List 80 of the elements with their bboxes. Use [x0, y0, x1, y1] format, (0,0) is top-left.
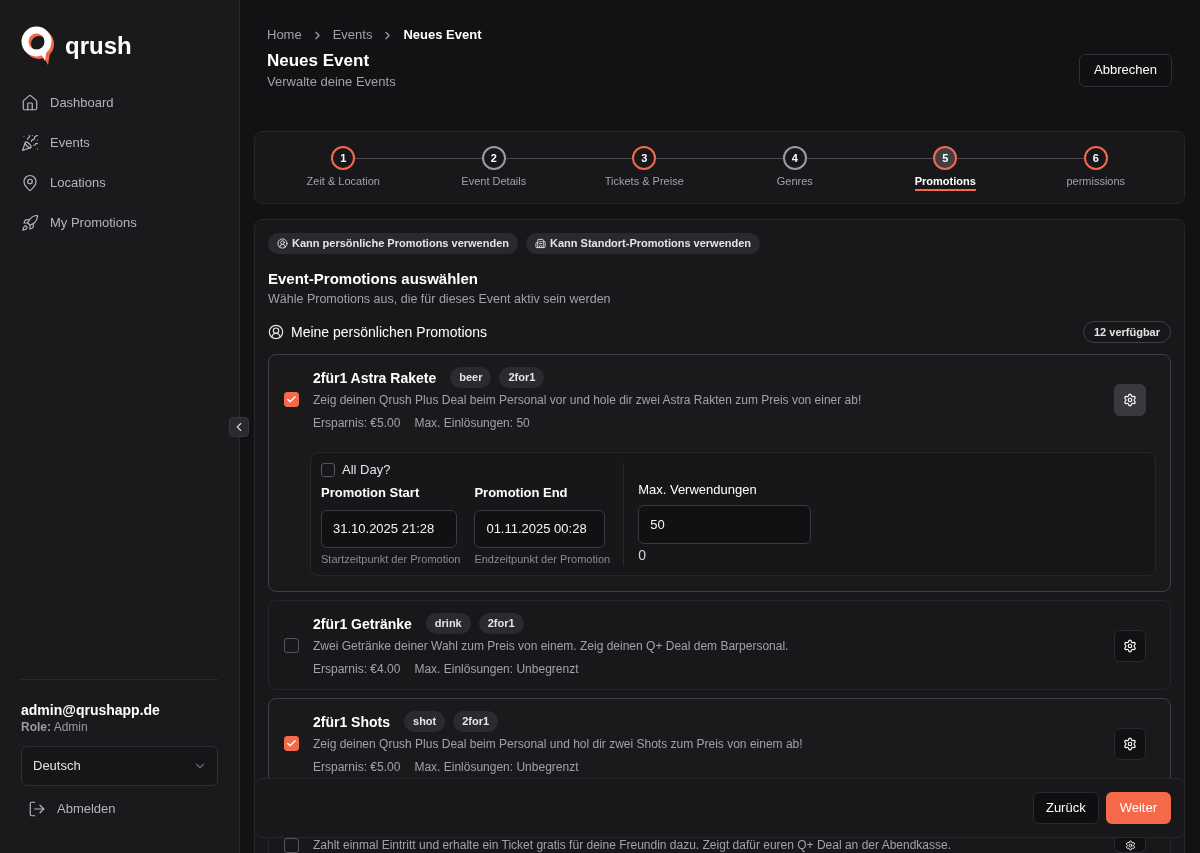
group-title: Meine persönlichen Promotions — [291, 323, 488, 342]
cancel-button[interactable]: Abbrechen — [1079, 53, 1172, 87]
promotion-description: Zwei Getränke deiner Wahl zum Preis von einem. Zeig deinen Q+ Deal dem Barpersonal. — [313, 638, 790, 655]
checkbox[interactable] — [284, 736, 299, 751]
party-popper-icon — [21, 134, 39, 152]
tag: shot — [404, 711, 446, 732]
date-time-input[interactable]: 31.10.2025 21:28 — [321, 510, 457, 548]
field-label: Max. Verwendungen — [638, 481, 758, 499]
field-hint: Endzeitpunkt der Promotion — [474, 552, 611, 566]
settings-button[interactable] — [1114, 727, 1146, 760]
date-time-input[interactable]: 01.11.2025 00:28 — [474, 510, 606, 548]
savings-text: Ersparnis: €5.00 — [313, 415, 401, 432]
logout-link[interactable]: Abmelden — [21, 791, 218, 827]
usage-count: 0 — [638, 547, 647, 563]
step-label[interactable]: Genres — [776, 173, 813, 191]
field-hint: Startzeitpunkt der Promotion — [321, 552, 461, 566]
field-label: Promotion End — [474, 484, 569, 502]
checkmark-icon — [286, 394, 297, 405]
settings-button[interactable] — [1114, 383, 1146, 416]
checkbox[interactable] — [321, 463, 335, 477]
tag: 2for1 — [499, 367, 545, 388]
tag: 2for1 — [478, 613, 524, 634]
logo-text: qrush — [65, 31, 132, 61]
tag: 2for1 — [453, 711, 499, 732]
nav-item[interactable]: Locations — [21, 163, 218, 203]
breadcrumb-link[interactable]: Events — [332, 26, 373, 44]
rocket-icon — [21, 214, 39, 232]
savings-text: Ersparnis: €4.00 — [313, 661, 401, 678]
collapse-sidebar-button[interactable] — [229, 417, 249, 437]
settings-icon — [1123, 638, 1137, 653]
page-subtitle: Verwalte deine Events — [267, 73, 396, 91]
promotion-title: 2für1 Astra Rakete — [313, 368, 437, 388]
permission-badge: Kann Standort-Promotions verwenden — [526, 233, 761, 254]
step-label[interactable]: Promotions — [914, 173, 976, 191]
checkbox[interactable] — [284, 392, 299, 407]
nav-item[interactable]: My Promotions — [21, 203, 218, 243]
settings-button[interactable] — [1114, 629, 1146, 662]
step-label[interactable]: Zeit & Location — [306, 173, 380, 191]
nav-item[interactable]: Events — [21, 123, 218, 163]
breadcrumb-link[interactable]: Home — [267, 26, 302, 44]
logo-icon — [21, 26, 57, 66]
max-redemptions-text: Max. Einlösungen: Unbegrenzt — [414, 759, 579, 776]
checkbox-label: All Day? — [342, 463, 391, 477]
checkbox[interactable] — [284, 638, 299, 653]
map-pin-icon — [21, 174, 39, 192]
promotion-title: 2für1 Shots — [313, 712, 390, 732]
number-input[interactable]: 50 — [638, 505, 812, 544]
promotion-description: Zeig deinen Qrush Plus Deal beim Personal vor und hole dir zwei Astra Rakten zum Preis von einer ab! — [313, 392, 863, 409]
promotion-description: Zahlt einmal Eintritt und erhalte ein Ticket gratis für deine Freundin dazu. Zeigt dafür euren Q+ Deal an der Abendkasse. — [313, 838, 953, 853]
user-email: admin@qrushapp.de — [21, 701, 161, 719]
back-button[interactable]: Zurück — [1032, 792, 1099, 824]
settings-icon — [1124, 839, 1136, 851]
max-redemptions-text: Max. Einlösungen: 50 — [414, 415, 530, 432]
user-circle-icon — [268, 324, 284, 340]
settings-icon — [1123, 736, 1137, 751]
max-redemptions-text: Max. Einlösungen: Unbegrenzt — [414, 661, 579, 678]
user-circle-icon — [277, 238, 288, 249]
user-role: Role: Admin — [21, 719, 89, 735]
step-label[interactable]: Event Details — [461, 173, 527, 191]
step-label[interactable]: Tickets & Preise — [604, 173, 684, 191]
logout-icon — [28, 800, 46, 818]
section-title: Event-Promotions auswählen — [268, 269, 480, 289]
savings-text: Ersparnis: €5.00 — [313, 759, 401, 776]
settings-icon — [1123, 392, 1137, 407]
language-select[interactable]: Deutsch — [21, 746, 218, 786]
tag: beer — [450, 367, 492, 388]
breadcrumb-link[interactable]: Neues Event — [403, 26, 482, 44]
tag: drink — [425, 613, 471, 634]
nav-item[interactable]: Dashboard — [21, 83, 218, 123]
checkmark-icon — [286, 738, 297, 749]
field-label: Promotion Start — [321, 484, 421, 502]
section-subtitle: Wähle Promotions aus, die für dieses Event aktiv sein werden — [268, 291, 612, 307]
promotion-title: 2für1 Getränke — [313, 614, 412, 634]
promotion-description: Zeig deinen Qrush Plus Deal beim Personal und hol dir zwei Shots zum Preis von einem ab! — [313, 736, 804, 753]
settings-button[interactable] — [1114, 838, 1146, 853]
page-title: Neues Event — [267, 50, 371, 72]
home-icon — [21, 94, 39, 112]
permission-badge: Kann persönliche Promotions verwenden — [268, 233, 518, 254]
step-label[interactable]: permissions — [1066, 173, 1126, 191]
building-icon — [535, 238, 546, 249]
